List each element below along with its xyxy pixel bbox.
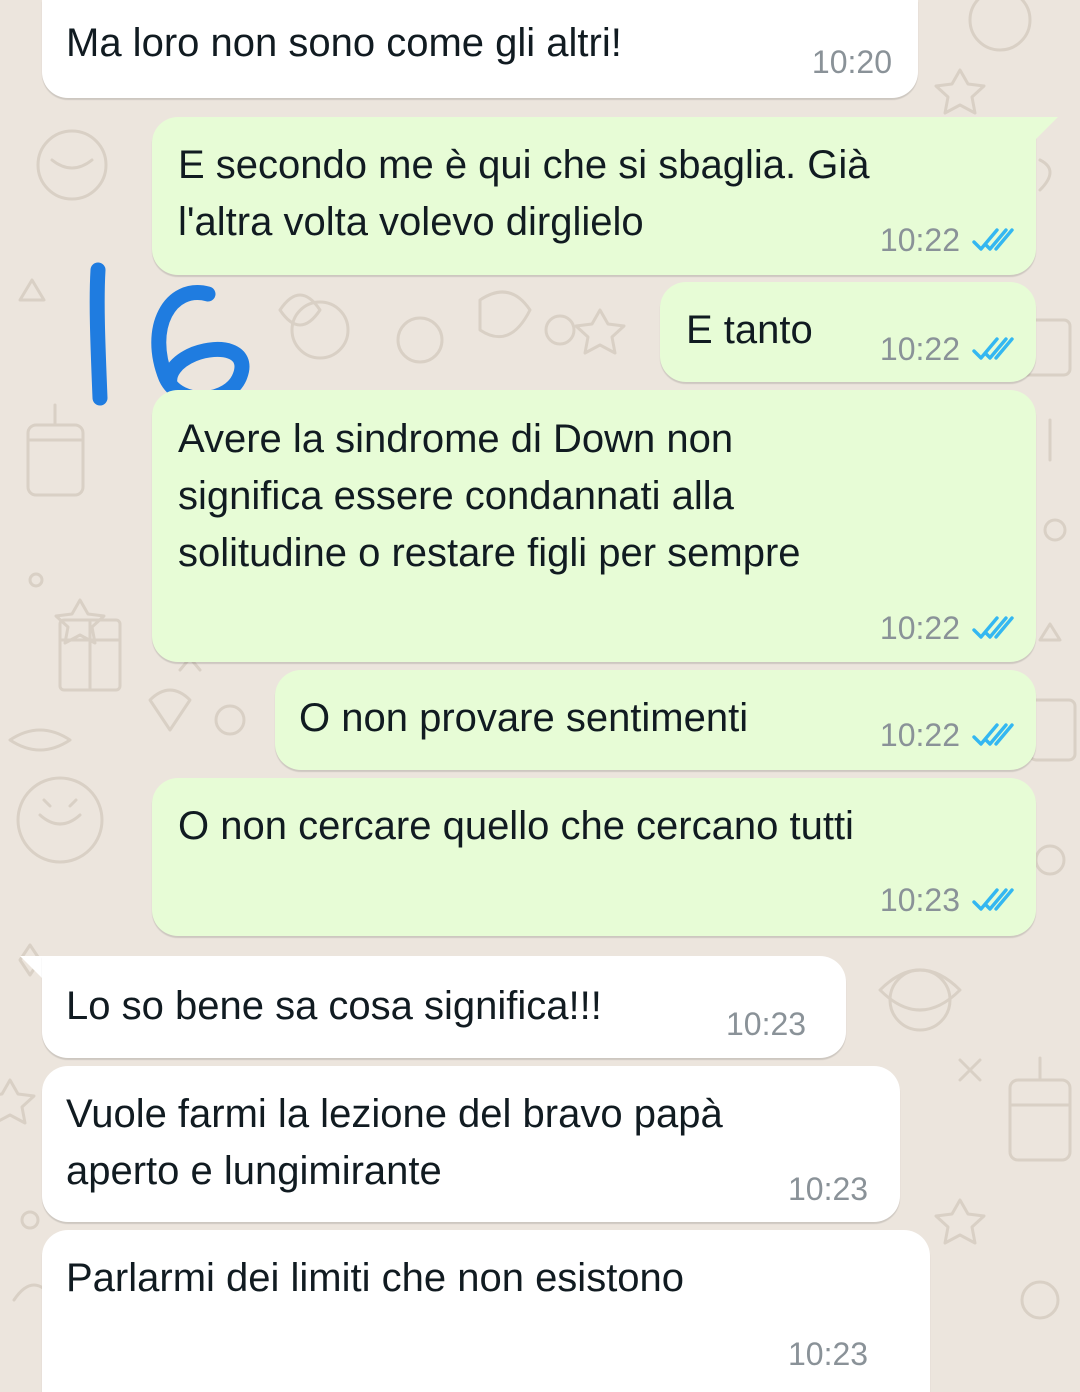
message-bubble-outgoing[interactable]: E tanto 10:22 [660, 282, 1036, 382]
message-timestamp: 10:23 [880, 882, 1014, 918]
message-text: Vuole farmi la lezione del bravo papà ap… [66, 1092, 723, 1193]
bubble-tail [20, 956, 42, 978]
message-timestamp: 10:23 [726, 1006, 807, 1042]
message-bubble-outgoing[interactable]: O non provare sentimenti 10:22 [275, 670, 1036, 770]
message-text: Ma loro non sono come gli altri! [66, 21, 622, 65]
message-timestamp: 10:22 [880, 717, 1014, 753]
message-timestamp: 10:22 [880, 610, 1014, 646]
double-check-read-icon [972, 888, 1014, 911]
message-text: Parlarmi dei limiti che non esistono [66, 1256, 685, 1300]
double-check-read-icon [972, 616, 1014, 639]
double-check-read-icon [972, 337, 1014, 360]
message-timestamp: 10:23 [788, 1336, 869, 1372]
message-timestamp: 10:22 [880, 331, 1014, 367]
message-bubble-incoming[interactable]: Ma loro non sono come gli altri! 10:20 [42, 0, 918, 98]
message-bubble-incoming[interactable]: Parlarmi dei limiti che non esistono 10:… [42, 1230, 930, 1392]
message-bubble-outgoing[interactable]: O non cercare quello che cercano tutti 1… [152, 778, 1036, 936]
message-text: Lo so bene sa cosa significa!!! [66, 984, 602, 1028]
message-bubble-incoming[interactable]: Lo so bene sa cosa significa!!! 10:23 [42, 956, 846, 1058]
message-bubble-outgoing[interactable]: E secondo me è qui che si sbaglia. Già l… [152, 117, 1036, 275]
message-text: O non provare sentimenti [299, 696, 749, 740]
message-timestamp: 10:22 [880, 222, 1014, 258]
message-timestamp: 10:23 [788, 1171, 869, 1207]
bubble-tail [1036, 117, 1058, 139]
double-check-read-icon [972, 228, 1014, 251]
message-text: E tanto [686, 308, 813, 352]
double-check-read-icon [972, 723, 1014, 746]
message-text: O non cercare quello che cercano tutti [178, 804, 854, 848]
message-text: E secondo me è qui che si sbaglia. Già l… [178, 143, 870, 244]
message-timestamp: 10:20 [811, 44, 892, 80]
message-bubble-outgoing[interactable]: Avere la sindrome di Down non significa … [152, 390, 1036, 662]
message-text: Avere la sindrome di Down non significa … [178, 417, 801, 575]
message-bubble-incoming[interactable]: Vuole farmi la lezione del bravo papà ap… [42, 1066, 900, 1222]
